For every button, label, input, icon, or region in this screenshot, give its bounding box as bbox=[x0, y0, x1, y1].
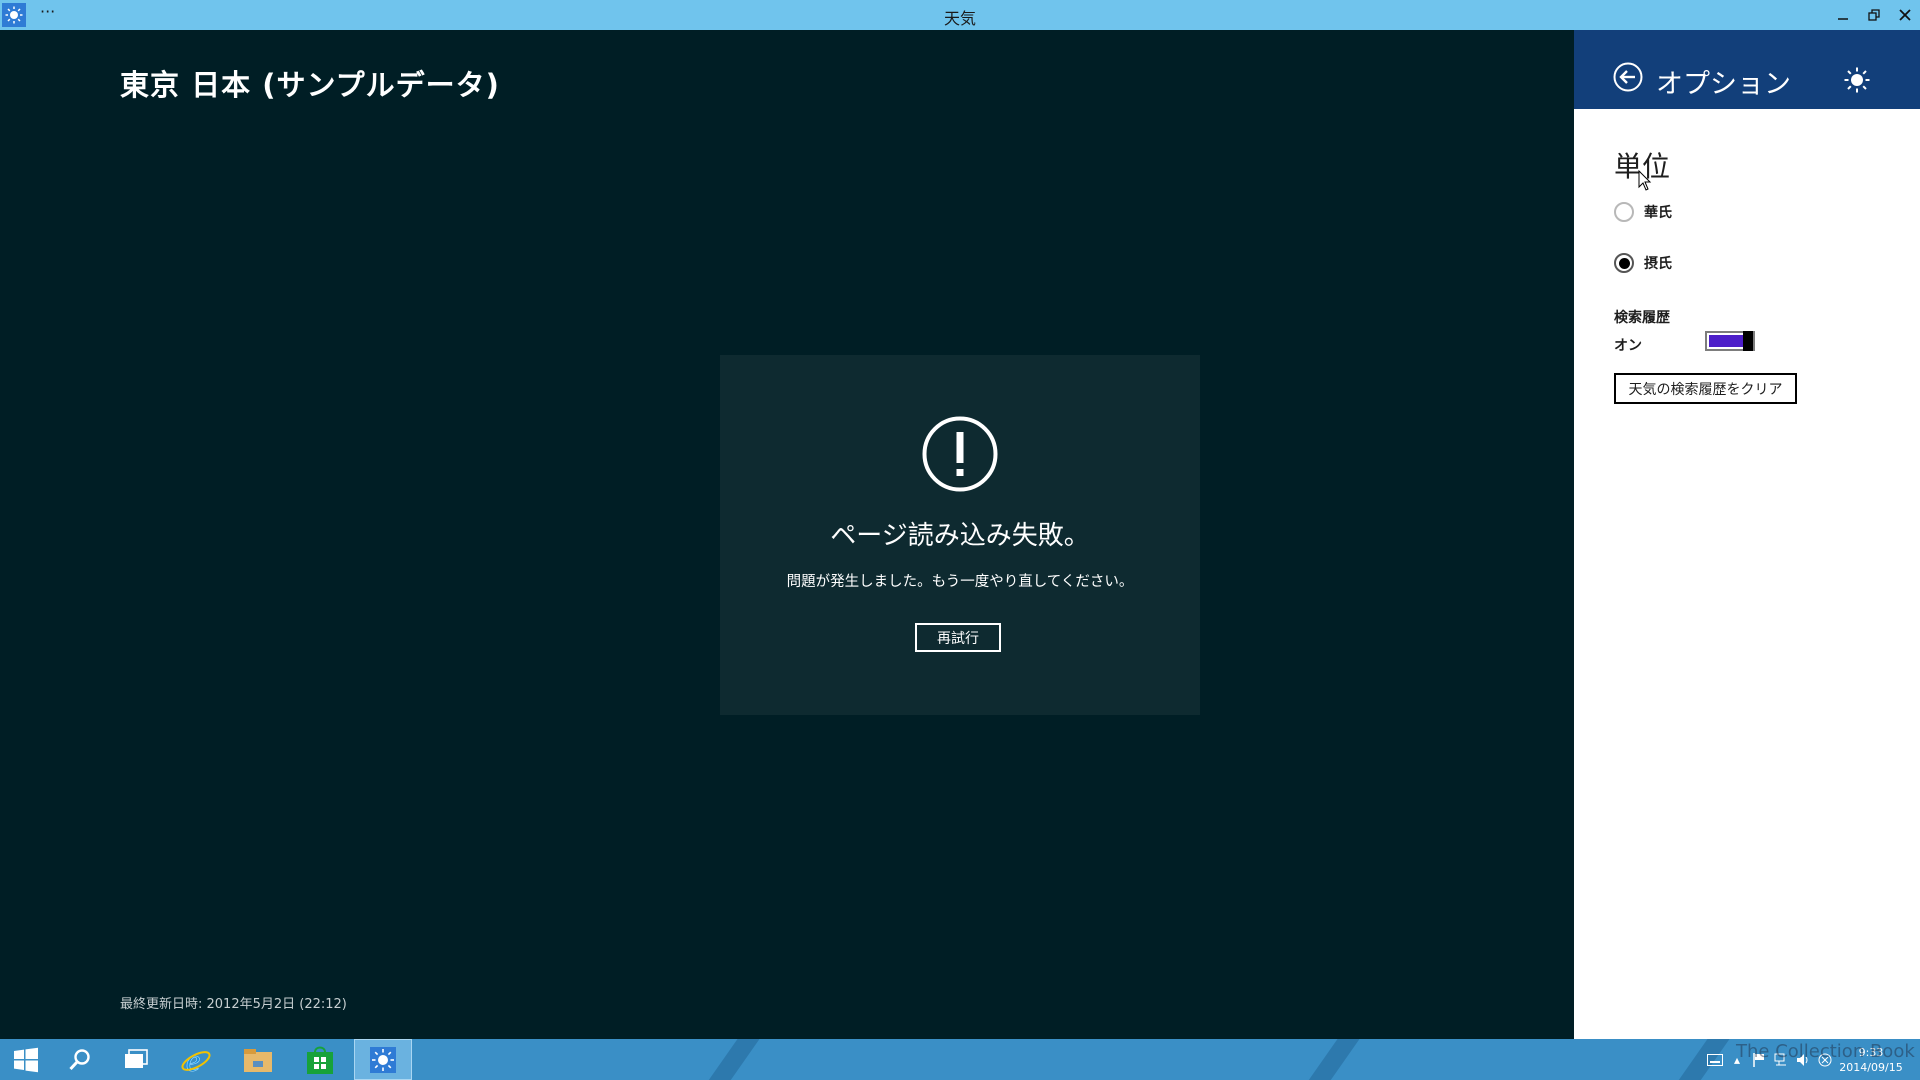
retry-button[interactable]: 再試行 bbox=[915, 623, 1001, 652]
location-title: 東京 日本 (サンプルデータ) bbox=[120, 68, 500, 102]
error-message: 問題が発生しました。もう一度やり直してください。 bbox=[786, 574, 1134, 590]
taskbar: e ▴ 9:33 2014/09/15 bbox=[0, 1039, 1920, 1080]
task-view-icon bbox=[125, 1048, 148, 1068]
options-title: オプション bbox=[1656, 69, 1791, 100]
minimize-button[interactable] bbox=[1827, 0, 1858, 30]
close-button[interactable] bbox=[1889, 0, 1920, 30]
weather-taskbar-button[interactable] bbox=[354, 1039, 412, 1080]
search-icon bbox=[69, 1048, 90, 1070]
celsius-radio[interactable]: 摂氏 bbox=[1614, 253, 1672, 273]
taskbar-decoration bbox=[1295, 1039, 1367, 1080]
internet-explorer-icon: e bbox=[181, 1043, 211, 1077]
search-button[interactable] bbox=[54, 1039, 106, 1080]
toggle-fill bbox=[1709, 335, 1743, 347]
toggle-thumb[interactable] bbox=[1743, 331, 1753, 351]
file-explorer-icon bbox=[244, 1048, 272, 1072]
task-view-button[interactable] bbox=[110, 1039, 162, 1080]
start-icon bbox=[14, 1047, 38, 1072]
start-button[interactable] bbox=[0, 1039, 52, 1080]
keyboard-icon[interactable] bbox=[1704, 1039, 1726, 1080]
last-updated-text: 最終更新日時: 2012年5月2日 (22:12) bbox=[120, 997, 347, 1012]
radio-button-checked[interactable] bbox=[1614, 253, 1634, 273]
search-history-toggle[interactable] bbox=[1705, 331, 1755, 351]
celsius-label: 摂氏 bbox=[1644, 256, 1672, 272]
watermark-text: The Collection Book bbox=[1736, 1041, 1915, 1062]
sun-icon bbox=[1844, 67, 1870, 97]
search-history-label: 検索履歴 bbox=[1614, 310, 1670, 326]
weather-main-area: 東京 日本 (サンプルデータ) ページ読み込み失敗。 問題が発生しました。もう一… bbox=[0, 30, 1574, 1039]
radio-button-unchecked[interactable] bbox=[1614, 202, 1634, 222]
back-arrow-icon[interactable] bbox=[1613, 62, 1643, 96]
restore-button[interactable] bbox=[1858, 0, 1889, 30]
options-pane: オプション 単位 華氏 摂氏 検索履歴 オン 天気の検索履歴をクリア bbox=[1574, 30, 1920, 1039]
options-header: オプション bbox=[1574, 30, 1920, 109]
window-title: 天気 bbox=[943, 9, 976, 28]
mouse-cursor-icon bbox=[1638, 169, 1652, 196]
exclamation-icon bbox=[921, 415, 999, 497]
internet-explorer-button[interactable]: e bbox=[170, 1039, 222, 1080]
fahrenheit-radio[interactable]: 華氏 bbox=[1614, 202, 1672, 222]
store-button[interactable] bbox=[294, 1039, 346, 1080]
error-title: ページ読み込み失敗。 bbox=[830, 521, 1090, 551]
search-history-state: オン bbox=[1614, 338, 1642, 354]
taskbar-decoration bbox=[695, 1039, 767, 1080]
radio-selected-dot bbox=[1618, 257, 1630, 269]
title-bar: ··· 天気 bbox=[0, 0, 1920, 30]
file-explorer-button[interactable] bbox=[232, 1039, 284, 1080]
store-icon bbox=[307, 1046, 333, 1074]
weather-icon bbox=[370, 1046, 396, 1073]
clear-search-history-button[interactable]: 天気の検索履歴をクリア bbox=[1614, 373, 1797, 404]
error-panel: ページ読み込み失敗。 問題が発生しました。もう一度やり直してください。 再試行 bbox=[720, 355, 1200, 715]
fahrenheit-label: 華氏 bbox=[1644, 205, 1672, 221]
